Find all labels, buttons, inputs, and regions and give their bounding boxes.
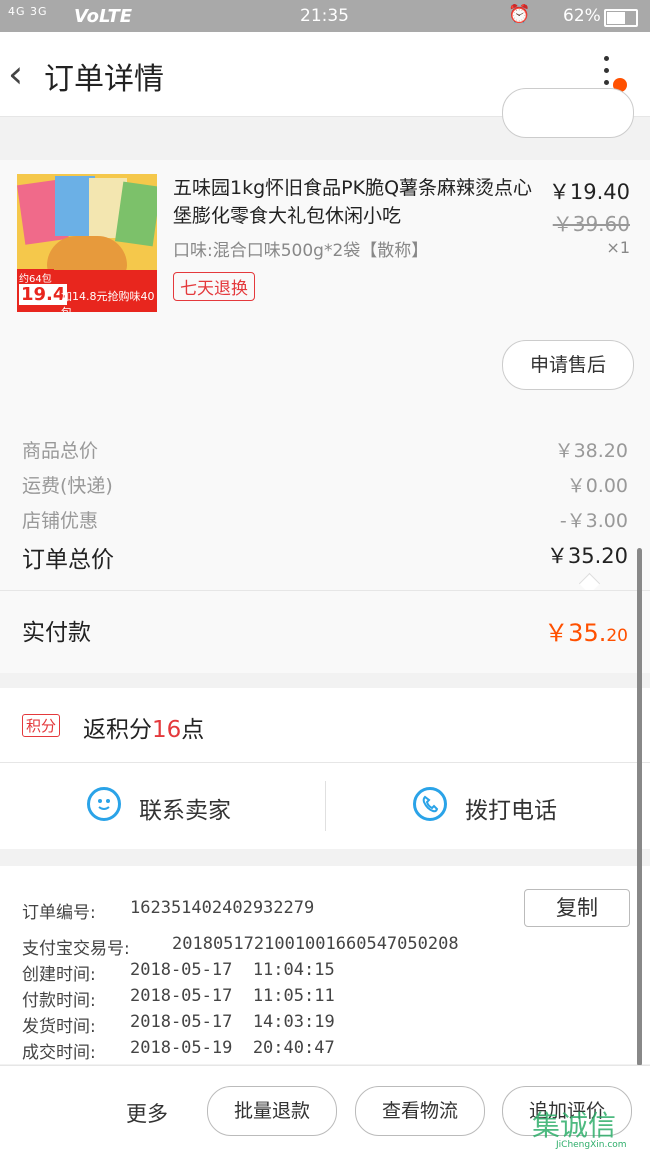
order-total-value: ￥35.20 <box>546 544 628 568</box>
paid-time-value: 2018-05-17 11:05:11 <box>130 986 335 1006</box>
view-logistics-button[interactable]: 查看物流 <box>355 1086 485 1136</box>
status-bar: 4G 3G VoLTE 21:35 ⏰ 62% <box>0 0 650 32</box>
paid-label: 实付款 <box>22 620 91 646</box>
call-phone-button[interactable]: 拨打电话 <box>326 763 650 849</box>
price-summary: 商品总价 ￥38.20 运费(快递) ￥0.00 店铺优惠 -￥3.00 订单总… <box>0 410 650 595</box>
chat-face-icon <box>87 787 121 821</box>
points-count: 16 <box>152 717 182 743</box>
goods-total-label: 商品总价 <box>22 440 99 462</box>
alarm-icon: ⏰ <box>508 4 531 25</box>
product-thumbnail[interactable]: 约64包 19.4 加14.8元抢购味40包 <box>17 174 157 312</box>
product-quantity: ×1 <box>606 238 630 257</box>
product-original-price: ￥39.60 <box>552 212 630 236</box>
shipping-value: ￥0.00 <box>566 475 628 497</box>
created-time-label: 创建时间: <box>22 965 96 985</box>
goods-total-value: ￥38.20 <box>554 440 628 462</box>
phone-icon <box>413 787 447 821</box>
paid-value: ￥35.20 <box>544 613 628 648</box>
completed-time-value: 2018-05-19 20:40:47 <box>130 1038 335 1058</box>
shipped-time-value: 2018-05-17 14:03:19 <box>130 1012 335 1032</box>
shipping-label: 运费(快递) <box>22 475 113 497</box>
order-total-label: 订单总价 <box>22 547 114 573</box>
order-info: 订单编号: 162351402402932279 复制 支付宝交易号: 2018… <box>0 866 650 1064</box>
battery-icon <box>604 9 638 27</box>
points-row: 积分 返积分16点 <box>0 688 650 763</box>
completed-time-label: 成交时间: <box>22 1043 96 1063</box>
page-title: 订单详情 <box>44 62 164 97</box>
discount-label: 店铺优惠 <box>22 510 99 532</box>
product-sku: 口味:混合口味500g*2袋【散称】 <box>173 241 429 261</box>
alipay-id-label: 支付宝交易号: <box>22 939 130 959</box>
watermark-logo: 集诚信 <box>532 1109 617 1142</box>
back-arrow-icon[interactable]: ‹ <box>8 52 23 96</box>
return-policy-badge: 七天退换 <box>173 272 255 301</box>
product-name[interactable]: 五味园1kg怀旧食品PK脆Q薯条麻辣烫点心堡膨化零食大礼包休闲小吃 <box>173 174 533 230</box>
partial-button[interactable] <box>502 88 634 138</box>
battery-level: 62% <box>563 6 601 26</box>
order-number-label: 订单编号: <box>22 903 96 923</box>
watermark-url: JiChengXin.com <box>556 1140 627 1150</box>
discount-value: -￥3.00 <box>559 510 628 532</box>
more-button[interactable]: 更多 <box>126 1098 168 1128</box>
points-text: 返积分16点 <box>83 710 204 744</box>
batch-refund-button[interactable]: 批量退款 <box>207 1086 337 1136</box>
paid-time-label: 付款时间: <box>22 991 96 1011</box>
network-indicator: VoLTE <box>74 6 133 27</box>
after-sale-button[interactable]: 申请售后 <box>502 340 634 390</box>
paid-amount-row: 实付款 ￥35.20 <box>0 590 650 673</box>
alipay-id-value: 2018051721001001660547050208 <box>172 934 459 954</box>
call-phone-label: 拨打电话 <box>465 798 557 824</box>
contact-seller-label: 联系卖家 <box>139 798 231 824</box>
order-number-value[interactable]: 162351402402932279 <box>130 898 314 918</box>
contact-seller-button[interactable]: 联系卖家 <box>0 763 325 849</box>
copy-button[interactable]: 复制 <box>524 889 630 927</box>
product-price: ￥19.40 <box>548 180 630 204</box>
product-item[interactable]: 约64包 19.4 加14.8元抢购味40包 五味园1kg怀旧食品PK脆Q薯条麻… <box>0 160 650 410</box>
points-prefix: 返积分 <box>83 717 152 743</box>
contact-row: 联系卖家 拨打电话 <box>0 763 650 849</box>
thumb-promo: 加14.8元抢购味40包 <box>61 290 155 312</box>
shipped-time-label: 发货时间: <box>22 1017 96 1037</box>
paid-value-cents: 20 <box>606 626 628 646</box>
points-suffix: 点 <box>181 717 205 743</box>
created-time-value: 2018-05-17 11:04:15 <box>130 960 335 980</box>
points-badge: 积分 <box>22 714 61 737</box>
status-time: 21:35 <box>300 6 349 26</box>
paid-value-main: ￥35. <box>544 619 607 647</box>
scrollbar[interactable] <box>637 548 642 1066</box>
signal-indicator: 4G 3G <box>8 5 48 18</box>
